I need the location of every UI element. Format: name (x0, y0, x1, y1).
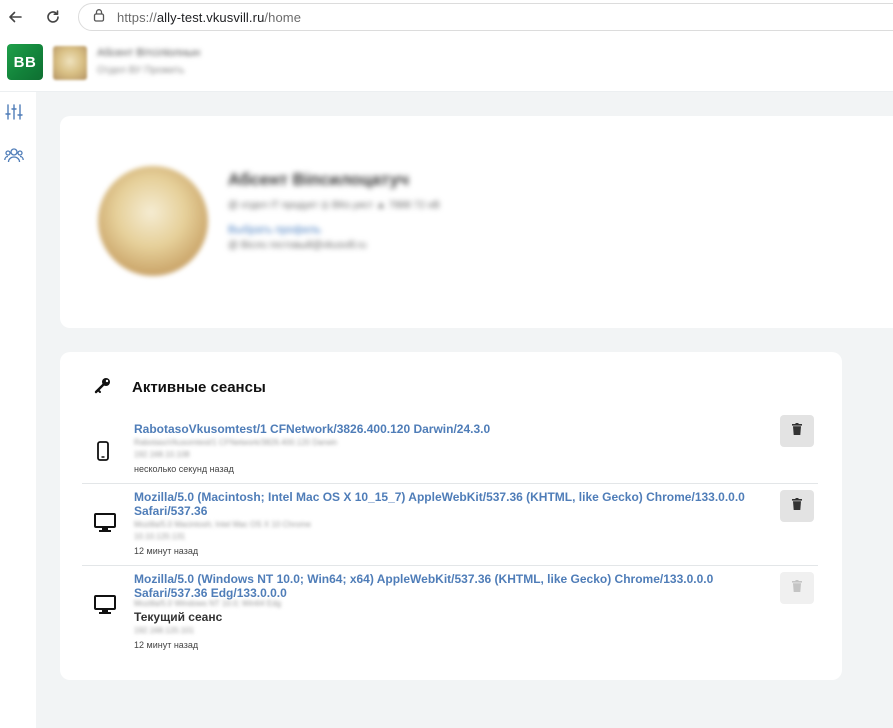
session-row: Mozilla/5.0 (Windows NT 10.0; Win64; x64… (82, 570, 818, 660)
delete-session-button[interactable] (780, 415, 814, 447)
session-user-agent[interactable]: RabotasoVkusomtest/1 CFNetwork/3826.400.… (134, 422, 754, 436)
session-time: 12 минут назад (134, 546, 199, 556)
url-host: ally-test.vkusvill.ru (156, 9, 265, 25)
back-arrow-icon[interactable] (4, 6, 26, 28)
session-details: Mozilla/5.0 Windows NT 10.0; Win64 Edg (134, 599, 282, 608)
session-time: 12 минут назад (134, 640, 199, 650)
session-details: RabotasoVkusomtest/1 CFNetwork/3826.400.… (134, 438, 338, 447)
url-prefix: https:// (117, 9, 157, 25)
sliders-icon[interactable] (4, 102, 24, 122)
lock-icon[interactable] (93, 8, 105, 27)
phone-icon (94, 440, 112, 462)
divider (82, 483, 818, 484)
header-user-role: Отдел ВУ Прожить (97, 65, 185, 76)
main-content: Абсент Віпсилоцатуч @ отдел IT продукт ◎… (36, 92, 893, 728)
users-icon[interactable] (4, 145, 24, 165)
sessions-header: Активные сеансы (94, 376, 266, 398)
user-avatar[interactable] (53, 46, 87, 80)
sessions-title: Активные сеансы (132, 378, 266, 396)
header-user-name: Абсент Вітсіліолнын (97, 47, 201, 59)
session-ip: 10.10.120.131 (134, 532, 186, 541)
session-time: несколько секунд назад (134, 464, 234, 474)
key-icon (94, 376, 112, 399)
profile-name: Абсент Віпсилоцатуч (228, 170, 409, 189)
session-user-agent[interactable]: Mozilla/5.0 (Macintosh; Intel Mac OS X 1… (134, 490, 754, 518)
session-details: Mozilla/5.0 Macintosh; Intel Mac OS X 10… (134, 520, 311, 529)
desktop-icon (94, 594, 116, 616)
session-row: RabotasoVkusomtest/1 CFNetwork/3826.400.… (82, 415, 818, 482)
app-header: BB Абсент Вітсіліолнын Отдел ВУ Прожить (0, 34, 893, 92)
sidebar (0, 92, 36, 728)
profile-link[interactable]: Выбрать профиль (228, 224, 321, 236)
trash-icon (792, 497, 802, 515)
address-bar[interactable]: https://ally-test.vkusvill.ru/home (78, 3, 893, 31)
sessions-card: Активные сеансы RabotasoVkusomtest/1 CFN… (60, 352, 842, 680)
session-user-agent[interactable]: Mozilla/5.0 (Windows NT 10.0; Win64; x64… (134, 572, 754, 600)
divider (82, 565, 818, 566)
desktop-icon (94, 512, 116, 534)
trash-icon (792, 422, 802, 440)
profile-email: @ Вісло.тестовый@vkusvill.ru (228, 240, 367, 251)
delete-session-button[interactable] (780, 490, 814, 522)
profile-meta: @ отдел IT продукт ◎ ВКо.уист ▲ 7888 72 … (228, 200, 440, 211)
session-ip: 192.168.120.101 (134, 626, 195, 635)
session-ip: 192.168.10.108 (134, 450, 190, 459)
url-path: /home (264, 9, 302, 25)
current-session-label: Текущий сеанс (134, 610, 223, 624)
profile-avatar (98, 166, 208, 276)
profile-card: Абсент Віпсилоцатуч @ отдел IT продукт ◎… (60, 116, 893, 328)
url-text[interactable]: https://ally-test.vkusvill.ru/home (117, 10, 301, 25)
browser-toolbar: https://ally-test.vkusvill.ru/home (0, 0, 893, 34)
app-logo[interactable]: BB (7, 44, 43, 80)
delete-session-button[interactable] (780, 572, 814, 604)
session-row: Mozilla/5.0 (Macintosh; Intel Mac OS X 1… (82, 488, 818, 564)
reload-icon[interactable] (42, 6, 64, 28)
trash-icon (792, 579, 802, 597)
